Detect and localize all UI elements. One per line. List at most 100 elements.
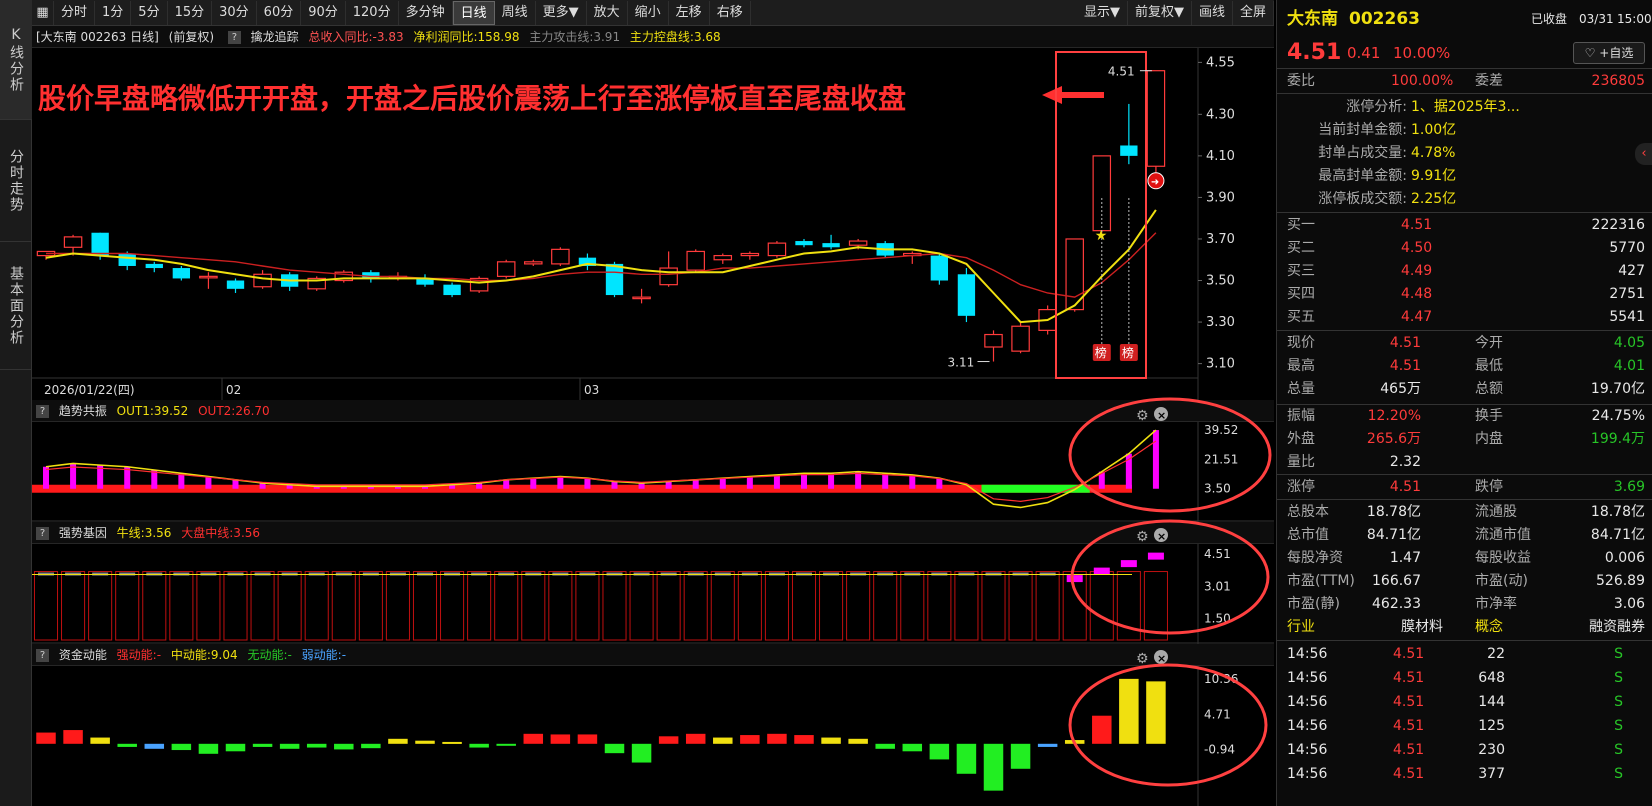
p2-axis-tick: 4.51	[1204, 547, 1231, 561]
candle	[1011, 322, 1030, 354]
bid-price: 4.51	[1401, 217, 1433, 233]
toolbar-btn-7[interactable]: 120分	[346, 0, 399, 25]
toolbar-right-btn-2[interactable]: 画线	[1192, 0, 1233, 25]
fund-label2: 流通市值	[1475, 527, 1531, 543]
ind3-bar	[685, 733, 706, 744]
panel3-weak: 弱动能:-	[301, 648, 347, 662]
ind3-bar	[334, 743, 354, 750]
ind2-bar	[304, 571, 329, 641]
help-icon[interactable]: ?	[36, 527, 49, 540]
ind3-bar	[171, 743, 192, 751]
toolbar-btn-2[interactable]: 5分	[131, 0, 168, 25]
stats-label: 现价	[1287, 335, 1315, 351]
tab-timeshare[interactable]: 分时走势	[0, 120, 32, 242]
price-axis-tick: 4.55	[1206, 55, 1235, 70]
toolbar-btn-0[interactable]: 分时	[54, 0, 96, 25]
tick-row: 14:56 4.51 144 S	[1277, 691, 1652, 714]
ind3-bar	[740, 735, 760, 744]
toolbar-btn-4[interactable]: 30分	[212, 0, 257, 25]
industry-value[interactable]: 膜材料	[1401, 616, 1443, 639]
ind3-bar	[306, 743, 327, 748]
ind3-bar	[767, 733, 787, 744]
toolbar-btn-14[interactable]: 左移	[669, 0, 710, 25]
bid-label: 买五	[1287, 309, 1315, 325]
toolbar-btn-11[interactable]: 更多▼	[536, 0, 587, 25]
ind3-bar	[848, 738, 868, 744]
ind2-mark	[985, 572, 1002, 576]
ind3-bar	[631, 743, 652, 763]
help-icon[interactable]: ?	[36, 649, 49, 662]
toolbar-btn-10[interactable]: 周线	[495, 0, 536, 25]
ind2-bar	[521, 571, 546, 641]
help-icon[interactable]: ?	[227, 31, 241, 44]
annotation-text: 股价早盘略微低开开盘，开盘之后股价震荡上行至涨停板直至尾盘收盘	[38, 82, 906, 115]
bang-badge[interactable]: 榜	[1092, 344, 1111, 361]
limit-up-icon[interactable]: ➜	[1147, 172, 1165, 190]
ind3-bar	[929, 743, 950, 760]
toolbar-btn-13[interactable]: 缩小	[628, 0, 669, 25]
tab-kline-analysis[interactable]: K线分析	[0, 0, 32, 120]
industry-label[interactable]: 行业	[1287, 616, 1315, 639]
limit-analysis-value: 2.25亿	[1411, 191, 1457, 207]
tick-side: S	[1614, 766, 1623, 782]
toolbar-right-btn-0[interactable]: 显示▼	[1077, 0, 1128, 25]
weibi-label: 委比	[1287, 73, 1315, 89]
collapse-arrow-icon[interactable]: ‹	[1635, 143, 1652, 165]
fund-label2: 市盈(动)	[1475, 573, 1528, 589]
toolbar-btn-1[interactable]: 1分	[95, 0, 132, 25]
ind2-bar	[331, 571, 356, 641]
bang-badge[interactable]: 榜	[1119, 344, 1138, 361]
tick-row: 14:56 4.51 377 S	[1277, 763, 1652, 786]
ind2-mark	[714, 572, 731, 576]
bang-label: 榜	[1122, 345, 1134, 360]
toolbar-btn-15[interactable]: 右移	[710, 0, 751, 25]
weibi-row: 委比 100.00% 委差 236805	[1277, 70, 1652, 93]
strong-gene-chart[interactable]: 4.51 3.01 1.50	[32, 544, 1274, 644]
fund-momentum-chart[interactable]: 10.36 4.71 -0.94	[32, 666, 1274, 806]
limit-analysis-value: 9.91亿	[1411, 168, 1457, 184]
toolbar-btn-8[interactable]: 多分钟	[399, 0, 453, 25]
stats-value: 465万	[1380, 381, 1421, 397]
ind2-mark	[92, 572, 109, 576]
quote-date: 03/31	[1579, 12, 1614, 26]
grid-icon[interactable]: ▦	[32, 0, 54, 25]
stats2-row: 量比 2.32	[1277, 451, 1652, 474]
ind3-bar	[577, 734, 598, 744]
tick-volume: 22	[1487, 646, 1505, 662]
ind2-mark	[1093, 567, 1110, 575]
toolbar-btn-5[interactable]: 60分	[257, 0, 302, 25]
trend-resonance-chart[interactable]: 39.5221.513.50 ⚙	[32, 422, 1274, 522]
tick-side: S	[1614, 718, 1623, 734]
tick-side: S	[1614, 646, 1623, 662]
add-watchlist-button[interactable]: ♡ +自选	[1573, 42, 1645, 64]
stats-label: 最高	[1287, 358, 1315, 374]
toolbar-btn-6[interactable]: 90分	[301, 0, 346, 25]
ind2-mark	[931, 572, 948, 576]
help-icon[interactable]: ?	[36, 405, 49, 418]
ind2-bar	[169, 571, 194, 641]
ind3-bar	[794, 735, 814, 744]
limit-down-value: 3.69	[1613, 479, 1645, 495]
indicator-name: 擒龙追踪	[250, 30, 299, 44]
stock-title: [大东南 002263 日线]	[36, 30, 159, 44]
tick-row: 14:56 4.51 648 S	[1277, 667, 1652, 690]
ind3-bar	[388, 738, 408, 744]
concept-value[interactable]: 融资融券	[1589, 616, 1645, 639]
bid-label: 买一	[1287, 217, 1315, 233]
toolbar-btn-3[interactable]: 15分	[168, 0, 213, 25]
ind1-bar	[828, 473, 835, 489]
tab-fundamentals[interactable]: 基本面分析	[0, 242, 32, 370]
price-axis-tick: 4.10	[1206, 149, 1235, 164]
toolbar-right-btn-3[interactable]: 全屏	[1233, 0, 1274, 25]
toolbar-right-btn-1[interactable]: 前复权▼	[1128, 0, 1192, 25]
concept-label[interactable]: 概念	[1475, 616, 1503, 639]
ind2-bar	[196, 571, 221, 641]
stats2-value: 12.20%	[1367, 408, 1421, 424]
toolbar-btn-9[interactable]: 日线	[452, 0, 495, 25]
bid-volume: 222316	[1591, 217, 1645, 233]
ind1-bar	[611, 481, 618, 489]
period-toolbar: ▦ 分时 1分 5分 15分 30分 60分 90分 120分 多分钟 日线 周线 更多▼ 放大 缩小 左移…	[32, 0, 1274, 26]
fund-value: 462.33	[1372, 596, 1421, 612]
kline-chart[interactable]: 4.55 4.30 4.10 3.90 3.70 3.50 3.30 3.10 股价早盘略微低…	[32, 48, 1274, 400]
toolbar-btn-12[interactable]: 放大	[587, 0, 628, 25]
